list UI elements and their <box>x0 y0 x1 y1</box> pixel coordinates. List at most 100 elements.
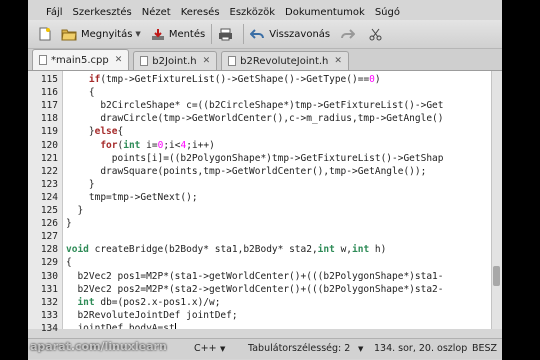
menu-item[interactable]: Dokumentumok <box>280 7 370 18</box>
menu-item[interactable]: Fájl <box>28 7 68 18</box>
tab-label: b2RevoluteJoint.h <box>240 55 329 67</box>
print-icon <box>219 28 233 40</box>
line-number: 129 <box>40 257 58 269</box>
code-token: int <box>317 244 335 256</box>
code-token: for <box>100 139 118 151</box>
code-token: } <box>66 205 84 216</box>
menu-item[interactable]: Keresés <box>176 7 225 18</box>
code-token: void <box>66 244 89 256</box>
code-token: drawSquare(points,tmp->GetWorldCenter(),… <box>66 165 427 177</box>
code-token: { <box>117 126 124 138</box>
code-line: tmp=tmp->GetNext(); <box>63 191 198 204</box>
editor-window: Fájl Szerkesztés Nézet Keresés Eszközök Dokum… <box>28 0 502 360</box>
scissors-icon <box>369 28 382 40</box>
close-icon[interactable]: ✕ <box>115 55 123 65</box>
code-token: ;i< <box>163 139 181 151</box>
redo-button[interactable] <box>337 23 358 45</box>
save-button[interactable]: Mentés <box>148 23 208 45</box>
code-token: int <box>352 244 370 256</box>
redo-icon <box>341 29 356 39</box>
document-tab[interactable]: *main5.cpp ✕ <box>32 49 130 70</box>
new-document-icon <box>39 27 51 41</box>
menu-item[interactable]: Eszközök <box>225 7 281 18</box>
toolbar-separator <box>211 24 213 44</box>
line-number: 121 <box>40 152 58 164</box>
code-token: drawCircle(tmp->GetWorldCenter(),c->m_ra… <box>66 113 444 125</box>
code-token: ) <box>374 74 381 85</box>
toolbar: Megnyitás ▼ Mentés Visszavonás <box>28 20 502 49</box>
line-number: 127 <box>40 231 58 243</box>
chevron-down-icon[interactable]: ▼ <box>135 30 140 38</box>
status-insert-mode: BESZ <box>472 343 498 354</box>
code-line: { <box>63 86 95 99</box>
line-number: 122 <box>40 165 58 177</box>
code-line: b2RevoluteJointDef jointDef; <box>63 309 238 322</box>
document-tab[interactable]: b2RevoluteJoint.h ✕ <box>221 51 349 70</box>
toolbar-separator <box>243 24 245 44</box>
menu-item[interactable]: Súgó <box>370 7 405 18</box>
menubar: Fájl Szerkesztés Nézet Keresés Eszközök Dokum… <box>28 4 502 20</box>
line-number: 126 <box>40 218 58 230</box>
code-line: }else{ <box>63 125 123 138</box>
close-icon[interactable]: ✕ <box>334 56 342 66</box>
code-token: (tmp->GetFixtureList()->GetShape()->GetT… <box>100 74 370 85</box>
tab-label: b2Joint.h <box>152 55 197 67</box>
vertical-scrollbar[interactable] <box>491 71 502 329</box>
code-token: points[i]=((b2PolygonShape*)tmp->GetFixt… <box>66 152 444 164</box>
line-number: 115 <box>40 74 58 85</box>
code-line: } <box>63 217 72 230</box>
code-line: for(int i=0;i<4;i++) <box>63 139 215 152</box>
menu-item[interactable]: Szerkesztés <box>68 7 137 18</box>
code-line: b2Vec2 pos1=M2P*(sta1->getWorldCenter()+… <box>63 270 443 283</box>
code-token: w, <box>334 244 353 256</box>
code-line: jointDef.bodyA=st <box>63 322 176 329</box>
line-number: 117 <box>40 100 58 112</box>
open-button[interactable]: Megnyitás ▼ <box>58 23 144 45</box>
code-token: } <box>66 178 95 190</box>
code-token: else <box>94 126 118 138</box>
code-line: if(tmp->GetFixtureList()->GetShape()->Ge… <box>63 73 381 86</box>
status-tab-width[interactable]: Tabulátorszélesség: 2 <box>248 343 350 354</box>
line-number: 116 <box>40 87 58 99</box>
line-number: 128 <box>40 244 58 256</box>
scrollbar-thumb[interactable] <box>493 266 500 287</box>
undo-button[interactable]: Visszavonás <box>247 23 333 45</box>
menu-item[interactable]: Nézet <box>137 7 176 18</box>
code-token: jointDef.bodyA=st <box>66 322 175 329</box>
code-line: } <box>63 204 83 217</box>
line-number: 134 <box>40 322 58 334</box>
code-token: { <box>66 257 72 269</box>
code-line: drawCircle(tmp->GetWorldCenter(),c->m_ra… <box>63 112 444 125</box>
code-editor[interactable]: 115 116 117 118 119 120 121 122 123 124 125 126 127 1… <box>28 71 502 334</box>
status-language[interactable]: C++ <box>194 343 217 354</box>
new-document-button[interactable] <box>36 23 58 45</box>
code-line: b2Vec2 pos2=M2P*(sta2->getWorldCenter()+… <box>63 283 443 296</box>
watermark: aparat.com/linuxlearn <box>30 340 167 353</box>
code-line: drawSquare(points,tmp->GetWorldCenter(),… <box>63 165 426 178</box>
line-number: 132 <box>40 296 58 308</box>
code-token: } <box>66 126 95 138</box>
document-tab[interactable]: b2Joint.h ✕ <box>133 51 218 70</box>
line-number-gutter: 115 116 117 118 119 120 121 122 123 124 125 126 127 1… <box>28 71 63 334</box>
line-number: 120 <box>40 139 58 151</box>
code-token: b2CircleShape* c=((b2CircleShape*)tmp->G… <box>66 100 444 112</box>
close-icon[interactable]: ✕ <box>203 56 211 66</box>
code-token: int <box>77 296 95 308</box>
save-icon <box>151 28 164 40</box>
cut-button[interactable] <box>366 23 385 45</box>
print-button[interactable] <box>215 23 240 45</box>
code-token: b2RevoluteJointDef jointDef; <box>66 309 238 321</box>
code-line: void createBridge(b2Body* sta1,b2Body* s… <box>63 243 386 256</box>
code-token: tmp=tmp->GetNext(); <box>66 191 198 203</box>
document-tabs: *main5.cpp ✕ b2Joint.h ✕ b2RevoluteJoint.h ✕ <box>28 49 502 71</box>
code-token: createBridge(b2Body* sta1,b2Body* sta2, <box>88 244 318 256</box>
line-number: 133 <box>40 309 58 321</box>
code-line: } <box>63 178 95 191</box>
code-token: h) <box>369 244 387 256</box>
code-area[interactable]: if(tmp->GetFixtureList()->GetShape()->Ge… <box>63 71 492 329</box>
save-label: Mentés <box>168 28 206 40</box>
chevron-down-icon: ▼ <box>220 345 226 353</box>
